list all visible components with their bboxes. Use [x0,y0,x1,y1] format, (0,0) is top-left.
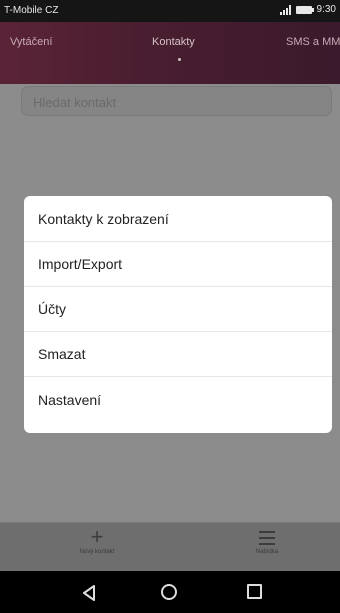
status-icons: 9:30 [279,4,336,15]
overflow-menu-label: Nabídka [255,549,279,555]
menu-item-contacts-to-display[interactable]: Kontakty k zobrazení [24,196,332,242]
signal-icon [279,4,291,15]
tab-dialer[interactable]: Vytáčení [10,36,52,48]
tab-contacts[interactable]: Kontakty [152,36,195,48]
recent-apps-icon[interactable] [247,584,262,599]
options-menu: Kontakty k zobrazení Import/Export Účty … [24,196,332,433]
back-icon[interactable] [82,585,96,601]
menu-item-settings[interactable]: Nastavení [24,377,332,422]
menu-item-import-export[interactable]: Import/Export [24,242,332,287]
active-tab-indicator [178,58,181,61]
new-contact-button[interactable]: + Nový kontakt [62,524,132,556]
plus-icon: + [90,524,104,549]
search-input[interactable]: Hledat kontakt [21,86,332,116]
navigation-bar [0,571,340,613]
clock: 9:30 [316,4,336,15]
battery-icon [295,5,314,14]
search-placeholder: Hledat kontakt [33,95,117,110]
tab-bar: Vytáčení Kontakty SMS a MMS [0,22,340,84]
menu-icon [259,531,275,545]
menu-item-accounts[interactable]: Účty [24,287,332,332]
carrier-name: T-Mobile CZ [4,5,59,16]
home-icon[interactable] [161,584,177,600]
new-contact-label: Nový kontakt [79,549,115,555]
tab-messages[interactable]: SMS a MMS [286,36,340,48]
overflow-menu-button[interactable]: Nabídka [242,527,292,555]
menu-item-delete[interactable]: Smazat [24,332,332,377]
bottom-toolbar: + Nový kontakt Nabídka [0,522,340,572]
status-bar: T-Mobile CZ 9:30 [0,0,340,22]
